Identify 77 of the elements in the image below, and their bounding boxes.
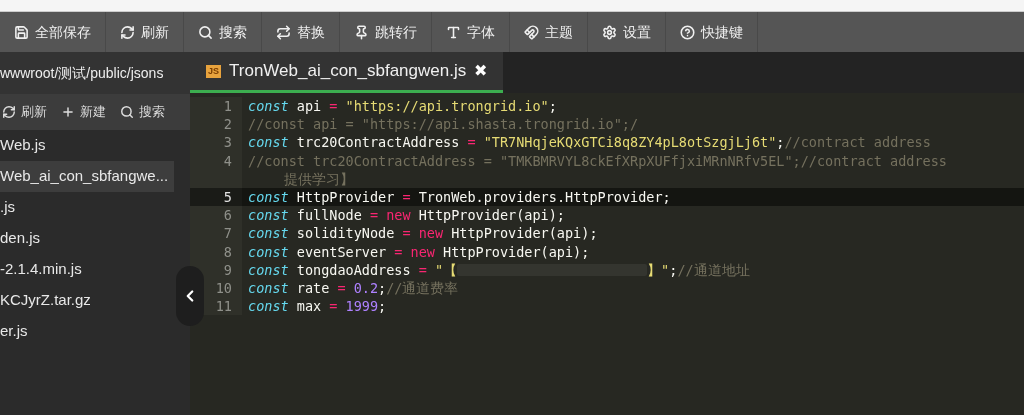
code-token: //通道地址 bbox=[677, 260, 750, 280]
repeat-icon bbox=[276, 24, 291, 40]
magnet-icon bbox=[524, 24, 539, 40]
code-token: HttpProvider(api); bbox=[417, 206, 565, 225]
line-number: 7 bbox=[190, 224, 242, 243]
code-token: const bbox=[248, 133, 289, 152]
code-token: const bbox=[248, 297, 289, 316]
save-icon bbox=[14, 24, 29, 40]
code-token: "TR7NHqjeKQxGTCi8q8ZY4pL8otSzgjLj6t" bbox=[482, 133, 777, 152]
code-token: 0.2 bbox=[352, 279, 379, 298]
code-token: const bbox=[248, 188, 289, 207]
refresh-icon bbox=[2, 105, 16, 119]
code-token: = bbox=[329, 97, 338, 116]
search-icon bbox=[120, 105, 134, 119]
code-token: trc20ContractAddress bbox=[295, 133, 461, 152]
line-number: 4 bbox=[190, 151, 242, 188]
line-number: 1 bbox=[190, 97, 242, 116]
folder-path: wwwroot/测试/public/jsons bbox=[0, 52, 190, 94]
settings-icon bbox=[602, 24, 617, 40]
code-token: eventServer bbox=[295, 242, 388, 261]
code-token: = new bbox=[369, 206, 411, 225]
tab-title: TronWeb_ai_con_sbfangwen.js bbox=[229, 60, 467, 83]
code-token: "【 bbox=[433, 260, 458, 280]
code-token: const bbox=[248, 260, 289, 280]
code-token: ; bbox=[378, 297, 387, 316]
code-token: const bbox=[248, 224, 289, 243]
code-token: fullNode bbox=[295, 206, 363, 225]
search-icon bbox=[198, 24, 213, 40]
code-token: = new bbox=[402, 224, 444, 243]
refresh-icon bbox=[120, 24, 135, 40]
line-number: 6 bbox=[190, 206, 242, 225]
code-token: const bbox=[248, 242, 289, 261]
code-token: 】" bbox=[647, 260, 670, 280]
code-token: const bbox=[248, 206, 289, 225]
code-token: //contract address bbox=[784, 133, 931, 152]
code-token: HttpProvider bbox=[295, 188, 396, 207]
js-file-badge: JS bbox=[206, 64, 221, 78]
collapse-button[interactable] bbox=[176, 266, 204, 326]
code-token: api bbox=[295, 97, 323, 116]
code-token: = bbox=[467, 133, 476, 152]
code-token: ; bbox=[378, 279, 387, 298]
code-token: = bbox=[402, 188, 411, 207]
plus-icon bbox=[61, 105, 75, 119]
code-token: = bbox=[418, 260, 427, 280]
sidebar-action[interactable]: 搜索 bbox=[120, 102, 165, 122]
code-token: rate bbox=[295, 279, 331, 298]
code-token: //const trc20ContractAddress = "TMKBMRVYL8ckEfXRpXUFfjxiMRnNRfv5EL";//contract address bbox=[248, 151, 947, 170]
code-token: TronWeb.providers.HttpProvider; bbox=[417, 188, 671, 207]
code-token: = new bbox=[394, 242, 435, 261]
code-token: 1999 bbox=[344, 297, 379, 316]
code-token: = bbox=[337, 279, 346, 298]
code-token: tongdaoAddress bbox=[295, 260, 412, 280]
code-token: max bbox=[295, 297, 323, 316]
text-cursor-icon bbox=[446, 24, 461, 40]
code-token: "https://api.trongrid.io" bbox=[344, 97, 549, 116]
code-token: 提供学习】 bbox=[283, 169, 355, 188]
line-number: 2 bbox=[190, 115, 242, 134]
line-number: 5 bbox=[190, 188, 242, 207]
sidebar-action[interactable]: 刷新 bbox=[2, 102, 47, 122]
sidebar-action[interactable]: 新建 bbox=[61, 102, 106, 122]
help-icon bbox=[680, 24, 695, 40]
code-token: const bbox=[248, 97, 289, 116]
code-token: solidityNode bbox=[295, 224, 396, 243]
code-token: ; bbox=[669, 260, 678, 280]
code-token: HttpProvider(api); bbox=[450, 224, 598, 243]
code-token: ; bbox=[776, 133, 785, 152]
close-icon[interactable]: ✖ bbox=[474, 59, 488, 83]
file-tab[interactable]: JS TronWeb_ai_con_sbfangwen.js ✖ bbox=[190, 52, 504, 93]
code-token: = bbox=[329, 297, 338, 316]
pin-icon bbox=[354, 24, 369, 40]
line-number: 3 bbox=[190, 133, 242, 152]
code-token: HttpProvider(api); bbox=[442, 242, 590, 261]
code-token: //const api = "https://api.shasta.trongrid.io";/ bbox=[248, 115, 639, 134]
code-token: //通道费率 bbox=[386, 279, 459, 298]
code-token: const bbox=[248, 279, 289, 298]
file-item[interactable]: Web_ai_con_sbfangwe... bbox=[0, 161, 174, 192]
code-token: ; bbox=[548, 97, 557, 116]
